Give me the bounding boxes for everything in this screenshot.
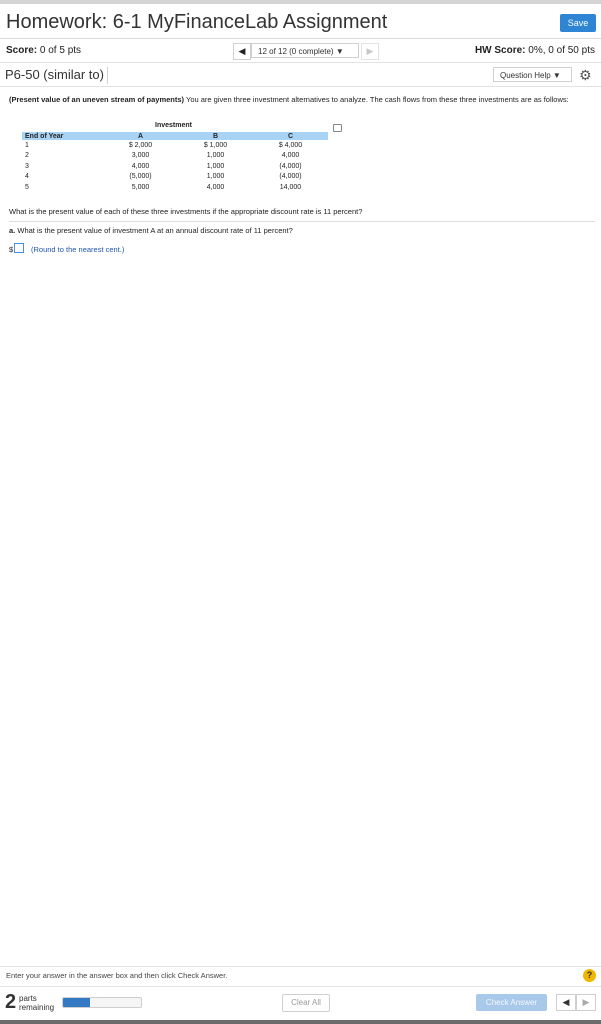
column-header-c: C [253,132,328,140]
bottom-bar [0,1020,601,1024]
investment-group-header: Investment [155,122,192,129]
question-bar: P6-50 (similar to) Question Help ▼ ⚙ [0,64,601,87]
hw-score-label: HW Score: [474,45,526,56]
assignment-title: Homework: 6-1 MyFinanceLab Assignment [6,11,388,33]
year-cell: 2 [25,152,29,160]
column-header-a: A [103,132,178,140]
table-row: 4 (5,000) 1,000 (4,000) [22,172,328,183]
currency-symbol: $ [9,245,14,254]
progress-fill [63,998,91,1007]
question-selector[interactable]: 12 of 12 (0 complete) ▼ [251,43,359,58]
year-cell: 5 [25,183,29,191]
section-divider [9,221,595,222]
save-button[interactable]: Save [560,14,596,32]
score-value: 0 of 5 pts [39,45,82,56]
investment-b-cell: 1,000 [206,173,225,181]
investment-b-cell: 1,000 [206,162,225,170]
score: Score: 0 of 5 pts [6,45,81,56]
year-cell: 3 [25,162,29,170]
part-a-question: a. What is the present value of investme… [9,226,293,235]
year-cell: 4 [25,173,29,181]
investment-b-cell: 4,000 [206,183,225,191]
investment-a-cell: 4,000 [131,162,150,170]
copy-table-icon[interactable] [333,124,342,132]
investment-b-cell: 1,000 [206,152,225,160]
footer-bar: 2 parts remaining Clear All Check Answer… [0,986,601,1021]
question-help-button[interactable]: Question Help ▼ [493,67,572,82]
table-row: 5 5,000 4,000 14,000 [22,182,328,193]
investment-c-cell: $ 4,000 [278,141,303,149]
problem-text: You are given three investment alternati… [186,95,569,104]
hw-score: HW Score: 0%, 0 of 50 pts [475,45,595,56]
remaining-label: remaining [19,1003,55,1012]
part-a-label: a. [9,226,16,235]
investment-a-cell: 5,000 [131,183,150,191]
investment-c-cell: (4,000) [279,173,302,181]
investment-c-cell: 4,000 [281,152,300,160]
parts-label: parts [19,994,37,1003]
rounding-note: (Round to the nearest cent.) [31,245,125,254]
score-bar: Score: 0 of 5 pts ◀ 12 of 12 (0 complete… [0,40,601,63]
investment-c-cell: 14,000 [279,183,302,191]
instruction-text: Enter your answer in the answer box and … [6,971,228,980]
next-question-button[interactable]: ▶ [361,43,379,60]
parts-remaining-count: 2 [5,991,17,1013]
investment-c-cell: (4,000) [279,162,302,170]
column-header-b: B [178,132,253,140]
clear-all-button[interactable]: Clear All [282,994,330,1012]
part-a-text: What is the present value of investment … [17,226,293,235]
column-header-year: End of Year [22,132,103,140]
previous-part-button[interactable]: ◀ [556,994,576,1011]
table-row: 3 4,000 1,000 (4,000) [22,161,328,172]
top-border [0,0,601,4]
investment-a-cell: $ 2,000 [128,141,153,149]
problem-statement: (Present value of an uneven stream of pa… [9,95,591,104]
investment-b-cell: $ 1,000 [203,141,228,149]
parts-remaining-label: parts remaining [19,994,54,1012]
parts-progress-bar [62,997,142,1008]
main-question: What is the present value of each of the… [9,207,363,216]
table-row: 1 $ 2,000 $ 1,000 $ 4,000 [22,140,328,151]
answer-input[interactable] [14,243,24,253]
investment-a-cell: (5,000) [129,173,152,181]
score-label: Score: [6,45,38,56]
cash-flow-table: End of Year A B C 1 $ 2,000 $ 1,000 $ 4,… [22,132,328,193]
instruction-bar: Enter your answer in the answer box and … [0,966,601,985]
gear-icon[interactable]: ⚙ [579,67,592,84]
assignment-header: Homework: 6-1 MyFinanceLab Assignment Sa… [0,6,601,39]
question-title: P6-50 (similar to) [5,67,108,84]
help-icon[interactable]: ? [583,969,596,982]
year-cell: 1 [25,141,29,149]
table-header-row: End of Year A B C [22,132,328,140]
hw-score-value: 0%, 0 of 50 pts [528,45,595,56]
previous-question-button[interactable]: ◀ [233,43,251,60]
problem-intro: (Present value of an uneven stream of pa… [9,95,185,104]
table-row: 2 3,000 1,000 4,000 [22,151,328,162]
next-part-button[interactable]: ▶ [576,994,596,1011]
investment-a-cell: 3,000 [131,152,150,160]
check-answer-button[interactable]: Check Answer [476,994,547,1011]
